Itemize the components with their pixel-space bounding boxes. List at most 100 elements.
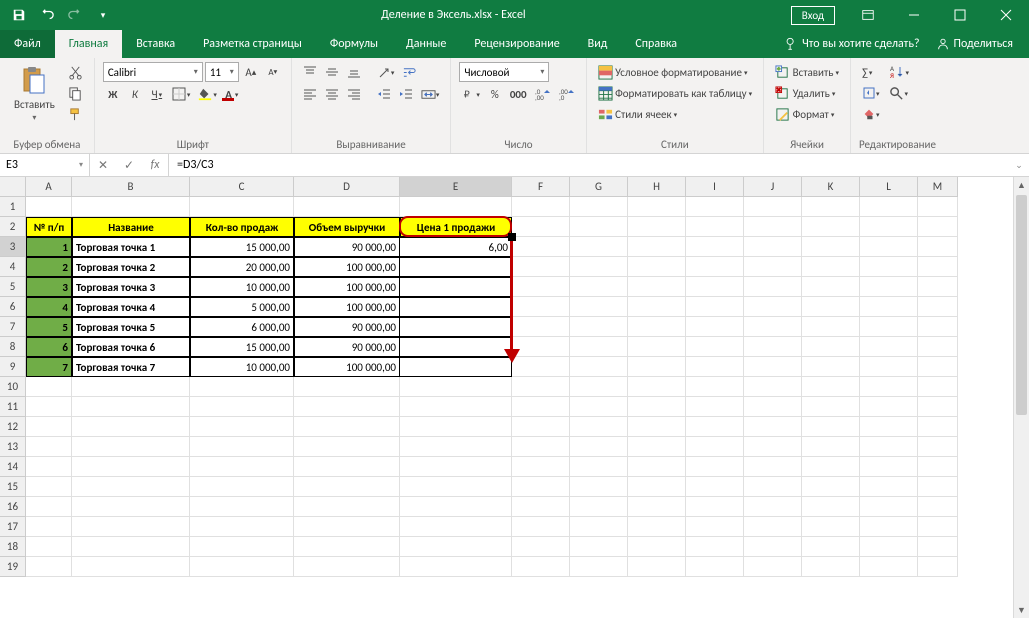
column-header-J[interactable]: J (744, 177, 802, 197)
cell[interactable] (802, 237, 860, 257)
cell[interactable] (860, 217, 918, 237)
cell[interactable] (400, 337, 512, 357)
cell[interactable] (686, 397, 744, 417)
cell[interactable]: Торговая точка 6 (72, 337, 190, 357)
cell[interactable] (918, 457, 958, 477)
cell[interactable] (294, 537, 400, 557)
cell[interactable] (628, 497, 686, 517)
cell[interactable] (860, 197, 918, 217)
cell[interactable] (686, 537, 744, 557)
cell[interactable] (400, 277, 512, 297)
cell[interactable] (802, 277, 860, 297)
font-size-combo[interactable]: 11▾ (205, 62, 239, 82)
cell[interactable]: Торговая точка 3 (72, 277, 190, 297)
cell[interactable] (512, 477, 570, 497)
cell[interactable] (72, 417, 190, 437)
cell[interactable] (26, 557, 72, 577)
cell[interactable] (190, 397, 294, 417)
cell[interactable] (686, 257, 744, 277)
fill-color-icon[interactable]: ▾ (195, 84, 220, 104)
ribbon-options-icon[interactable] (845, 0, 891, 30)
autosum-icon[interactable]: ∑▾ (859, 62, 879, 82)
cell[interactable] (512, 237, 570, 257)
comma-icon[interactable]: 000 (507, 84, 530, 104)
tab-layout[interactable]: Разметка страницы (189, 30, 316, 58)
cell[interactable] (294, 377, 400, 397)
cell[interactable]: 5 (26, 317, 72, 337)
cell[interactable] (628, 537, 686, 557)
cell[interactable] (628, 297, 686, 317)
row-header-1[interactable]: 1 (0, 197, 26, 217)
tab-home[interactable]: Главная (55, 30, 122, 58)
cell[interactable] (686, 337, 744, 357)
cell[interactable] (400, 197, 512, 217)
cell[interactable] (802, 417, 860, 437)
fx-icon[interactable]: fx (142, 154, 168, 176)
cell[interactable] (918, 517, 958, 537)
cell[interactable] (570, 557, 628, 577)
cell[interactable] (26, 497, 72, 517)
cell[interactable] (400, 397, 512, 417)
cell[interactable] (512, 417, 570, 437)
align-middle-icon[interactable] (322, 62, 342, 82)
cell[interactable]: Торговая точка 1 (72, 237, 190, 257)
merge-center-icon[interactable]: ▾ (418, 84, 443, 104)
cell[interactable]: 6 000,00 (190, 317, 294, 337)
find-select-icon[interactable]: ▾ (886, 83, 911, 103)
cell[interactable] (190, 377, 294, 397)
cell[interactable] (686, 237, 744, 257)
cell[interactable] (570, 317, 628, 337)
cell[interactable]: Торговая точка 2 (72, 257, 190, 277)
cell[interactable] (744, 197, 802, 217)
copy-icon[interactable] (65, 83, 86, 103)
tab-help[interactable]: Справка (621, 30, 691, 58)
cell[interactable] (860, 537, 918, 557)
cell[interactable] (294, 197, 400, 217)
cell[interactable] (294, 457, 400, 477)
cell[interactable] (512, 557, 570, 577)
cell[interactable] (570, 217, 628, 237)
cell[interactable] (190, 477, 294, 497)
cell[interactable] (190, 557, 294, 577)
cell[interactable] (628, 277, 686, 297)
row-header-19[interactable]: 19 (0, 557, 26, 577)
cell[interactable] (860, 457, 918, 477)
save-icon[interactable] (6, 2, 32, 28)
cell[interactable] (744, 417, 802, 437)
grid[interactable]: ABCDEFGHIJKLM 12345678910111213141516171… (0, 177, 1029, 618)
align-left-icon[interactable] (300, 84, 320, 104)
cell[interactable] (860, 257, 918, 277)
cell[interactable] (860, 277, 918, 297)
column-header-E[interactable]: E (400, 177, 512, 197)
column-header-C[interactable]: C (190, 177, 294, 197)
cell[interactable] (400, 417, 512, 437)
cell[interactable]: 7 (26, 357, 72, 377)
cell[interactable] (918, 217, 958, 237)
cell[interactable] (860, 557, 918, 577)
cell[interactable] (400, 557, 512, 577)
cell[interactable] (686, 377, 744, 397)
cell[interactable]: Название (72, 217, 190, 237)
cell[interactable] (512, 517, 570, 537)
cell[interactable] (570, 277, 628, 297)
cell[interactable] (802, 437, 860, 457)
cell[interactable] (802, 477, 860, 497)
cell[interactable] (628, 397, 686, 417)
row-header-9[interactable]: 9 (0, 357, 26, 377)
cell[interactable] (802, 497, 860, 517)
row-header-3[interactable]: 3 (0, 237, 26, 257)
cell[interactable] (294, 517, 400, 537)
cancel-formula-icon[interactable]: ✕ (90, 154, 116, 176)
cell[interactable] (628, 337, 686, 357)
cell[interactable] (72, 437, 190, 457)
cell[interactable] (860, 397, 918, 417)
scroll-up-icon[interactable]: ▲ (1014, 177, 1029, 193)
cell[interactable] (570, 457, 628, 477)
fill-handle[interactable] (508, 233, 516, 241)
accounting-format-icon[interactable]: ₽▾ (459, 84, 483, 104)
row-header-14[interactable]: 14 (0, 457, 26, 477)
decrease-font-icon[interactable]: A▾ (263, 62, 283, 82)
row-header-6[interactable]: 6 (0, 297, 26, 317)
row-header-7[interactable]: 7 (0, 317, 26, 337)
cell[interactable] (744, 377, 802, 397)
